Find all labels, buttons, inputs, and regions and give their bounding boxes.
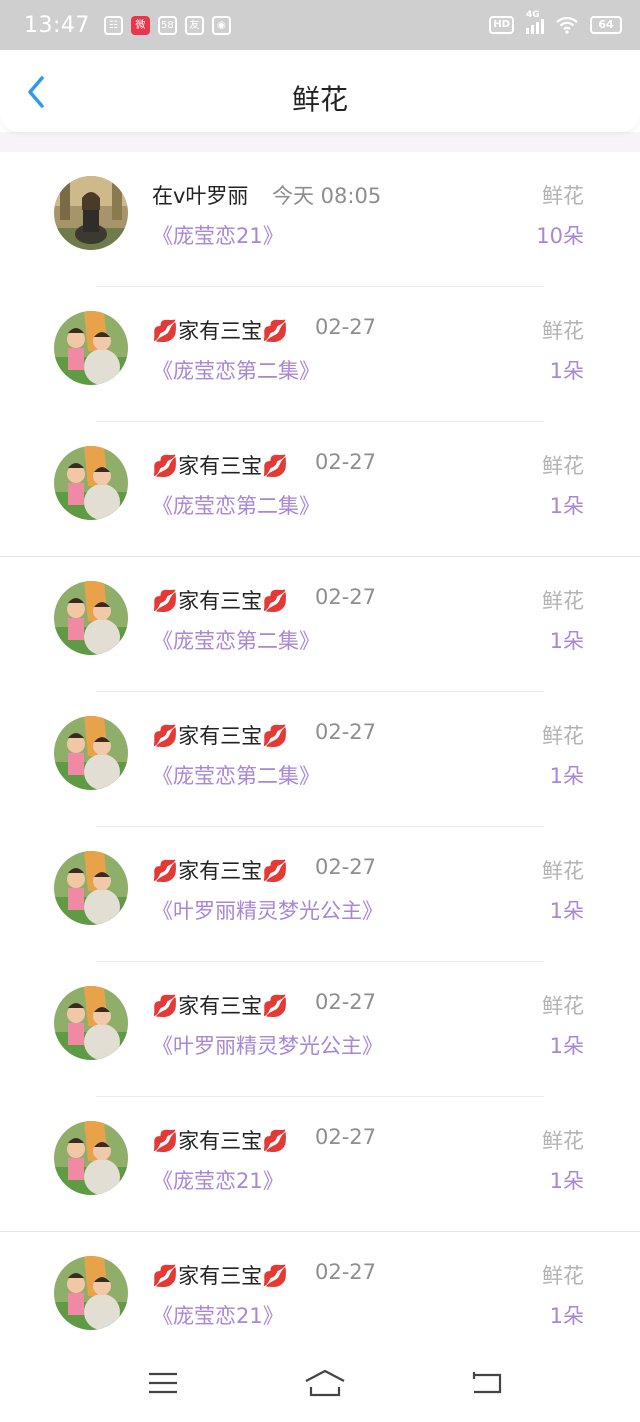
book-title-link[interactable]: 《庞莹恋21》 xyxy=(152,1165,284,1195)
sender-name[interactable]: 💋家有三宝💋 xyxy=(152,315,288,345)
menu-button[interactable] xyxy=(146,1368,180,1398)
gift-list-item[interactable]: 💋家有三宝💋 02-27 《叶罗丽精灵梦光公主》 鲜花 1朵 xyxy=(0,827,640,962)
gift-list[interactable]: 在v叶罗丽 今天 08:05 《庞莹恋21》 鲜花 10朵 💋家有三宝💋 02-… xyxy=(0,152,640,1367)
book-title-link[interactable]: 《庞莹恋第二集》 xyxy=(152,355,320,385)
gift-date: 今天 08:05 xyxy=(272,184,382,208)
gift-list-item[interactable]: 💋家有三宝💋 02-27 《庞莹恋21》 鲜花 1朵 xyxy=(0,1097,640,1232)
gift-date: 02-27 xyxy=(315,450,377,474)
home-icon xyxy=(305,1369,345,1397)
gift-date: 02-27 xyxy=(315,1260,377,1284)
gift-count: 1朵 xyxy=(549,359,584,383)
notification-app-icon: 微 xyxy=(130,15,150,35)
back-icon xyxy=(472,1372,502,1394)
gift-count: 1朵 xyxy=(549,1034,584,1058)
signal-icon: 4G xyxy=(526,10,544,34)
gift-type: 鲜花 xyxy=(542,994,584,1018)
sender-name[interactable]: 💋家有三宝💋 xyxy=(152,720,288,750)
avatar[interactable] xyxy=(54,1256,128,1330)
gift-list-item[interactable]: 💋家有三宝💋 02-27 《庞莹恋第二集》 鲜花 1朵 xyxy=(0,422,640,557)
sender-name[interactable]: 💋家有三宝💋 xyxy=(152,1260,288,1290)
status-app-icons: ☷ 微 58 友 ◉ xyxy=(103,15,231,35)
gift-date: 02-27 xyxy=(315,315,377,339)
gift-count: 1朵 xyxy=(549,764,584,788)
sender-name[interactable]: 在v叶罗丽 xyxy=(152,180,248,210)
gift-date: 02-27 xyxy=(315,855,377,879)
battery-icon: 64 xyxy=(590,16,622,34)
gift-list-item[interactable]: 💋家有三宝💋 02-27 《叶罗丽精灵梦光公主》 鲜花 1朵 xyxy=(0,962,640,1097)
home-button[interactable] xyxy=(303,1368,347,1398)
avatar[interactable] xyxy=(54,176,128,250)
gift-count: 1朵 xyxy=(549,1169,584,1193)
gift-type: 鲜花 xyxy=(542,1264,584,1288)
sender-name[interactable]: 💋家有三宝💋 xyxy=(152,450,288,480)
gift-type: 鲜花 xyxy=(542,724,584,748)
avatar[interactable] xyxy=(54,581,128,655)
menu-icon xyxy=(149,1372,177,1394)
notification-app-icon: ◉ xyxy=(211,15,231,35)
book-title-link[interactable]: 《庞莹恋21》 xyxy=(152,1300,284,1330)
book-title-link[interactable]: 《庞莹恋第二集》 xyxy=(152,760,320,790)
gift-type: 鲜花 xyxy=(542,454,584,478)
gift-count: 10朵 xyxy=(536,224,584,248)
gift-list-item[interactable]: 💋家有三宝💋 02-27 《庞莹恋第二集》 鲜花 1朵 xyxy=(0,287,640,422)
gift-list-item[interactable]: 💋家有三宝💋 02-27 《庞莹恋第二集》 鲜花 1朵 xyxy=(0,557,640,692)
gift-type: 鲜花 xyxy=(542,1129,584,1153)
gift-date: 02-27 xyxy=(315,585,377,609)
gift-count: 1朵 xyxy=(549,1304,584,1328)
header-separator xyxy=(0,132,640,152)
back-nav-button[interactable] xyxy=(470,1368,504,1398)
book-title-link[interactable]: 《叶罗丽精灵梦光公主》 xyxy=(152,1030,383,1060)
book-title-link[interactable]: 《庞莹恋21》 xyxy=(152,220,284,250)
gift-type: 鲜花 xyxy=(542,589,584,613)
sender-name[interactable]: 💋家有三宝💋 xyxy=(152,990,288,1020)
gift-date: 02-27 xyxy=(315,1125,377,1149)
notification-app-icon: ☷ xyxy=(103,15,123,35)
page-title: 鲜花 xyxy=(291,83,348,116)
system-nav-bar xyxy=(0,1344,640,1422)
gift-list-item[interactable]: 在v叶罗丽 今天 08:05 《庞莹恋21》 鲜花 10朵 xyxy=(0,152,640,287)
gift-date: 02-27 xyxy=(315,720,377,744)
gift-count: 1朵 xyxy=(549,494,584,518)
gift-count: 1朵 xyxy=(549,899,584,923)
hd-icon: HD xyxy=(489,16,514,34)
avatar[interactable] xyxy=(54,986,128,1060)
gift-count: 1朵 xyxy=(549,629,584,653)
avatar[interactable] xyxy=(54,446,128,520)
book-title-link[interactable]: 《庞莹恋第二集》 xyxy=(152,625,320,655)
sender-name[interactable]: 💋家有三宝💋 xyxy=(152,585,288,615)
header: 鲜花 xyxy=(0,50,640,132)
avatar[interactable] xyxy=(54,851,128,925)
gift-list-item[interactable]: 💋家有三宝💋 02-27 《庞莹恋第二集》 鲜花 1朵 xyxy=(0,692,640,827)
avatar[interactable] xyxy=(54,716,128,790)
book-title-link[interactable]: 《叶罗丽精灵梦光公主》 xyxy=(152,895,383,925)
status-time: 13:47 xyxy=(24,12,90,38)
gift-type: 鲜花 xyxy=(542,319,584,343)
status-bar: 13:47 ☷ 微 58 友 ◉ HD 4G 64 xyxy=(0,0,640,50)
gift-date: 02-27 xyxy=(315,990,377,1014)
sender-name[interactable]: 💋家有三宝💋 xyxy=(152,855,288,885)
avatar[interactable] xyxy=(54,311,128,385)
network-label: 4G xyxy=(526,10,540,20)
gift-type: 鲜花 xyxy=(542,184,584,208)
wifi-icon xyxy=(556,16,578,34)
notification-app-icon: 友 xyxy=(184,15,204,35)
notification-app-icon: 58 xyxy=(157,15,177,35)
sender-name[interactable]: 💋家有三宝💋 xyxy=(152,1125,288,1155)
gift-type: 鲜花 xyxy=(542,859,584,883)
avatar[interactable] xyxy=(54,1121,128,1195)
book-title-link[interactable]: 《庞莹恋第二集》 xyxy=(152,490,320,520)
